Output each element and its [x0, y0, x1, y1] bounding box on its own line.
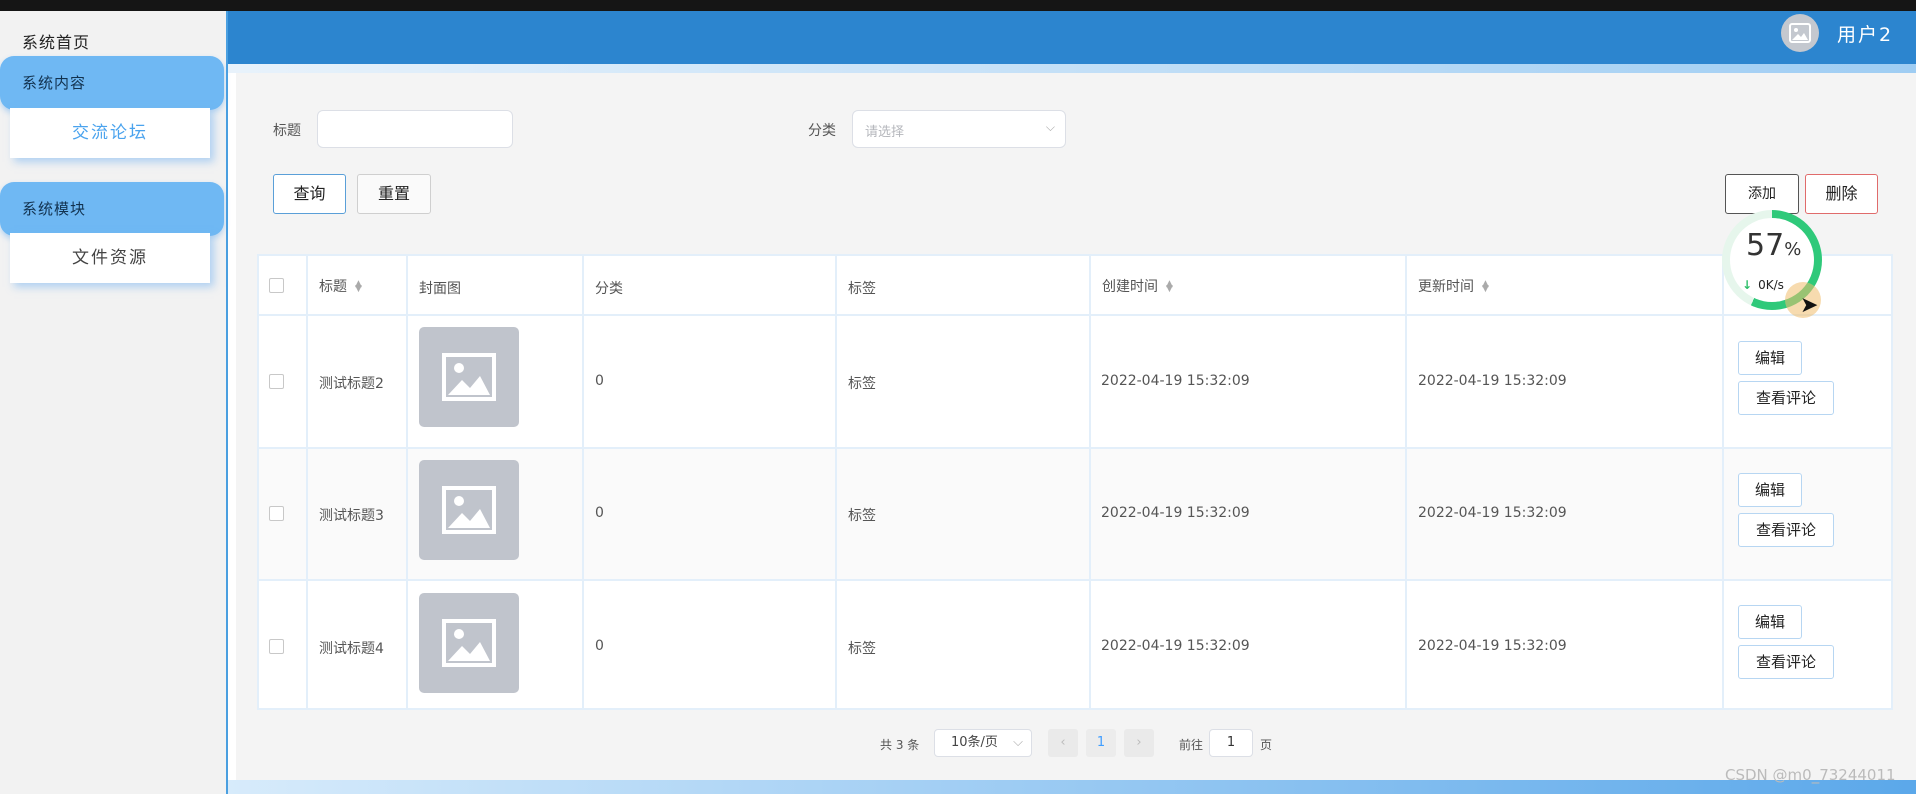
- row-tag: 标签: [848, 376, 876, 392]
- row-category: 0: [595, 373, 604, 389]
- table-border: [257, 447, 1893, 449]
- sort-icon[interactable]: ▲ ▼: [1166, 280, 1173, 294]
- top-header: [228, 11, 1916, 64]
- sidebar-item-home[interactable]: 系统首页: [22, 29, 90, 53]
- page-suffix: 页: [1260, 738, 1273, 752]
- edit-button[interactable]: 编辑: [1738, 473, 1802, 507]
- column-header-created-label: 创建时间: [1102, 279, 1158, 295]
- column-header-created[interactable]: 创建时间 ▲ ▼: [1102, 276, 1173, 296]
- reset-button[interactable]: 重置: [357, 174, 431, 214]
- row-created: 2022-04-19 15:32:09: [1101, 373, 1250, 389]
- avatar[interactable]: [1781, 14, 1819, 52]
- column-header-title-label: 标题: [319, 279, 347, 295]
- speed-rate: ↓ 0K/s: [1742, 278, 1784, 292]
- row-category: 0: [595, 505, 604, 521]
- row-category: 0: [595, 638, 604, 654]
- sidebar: 系统首页 系统内容 交流论坛 系统模块 文件资源: [0, 11, 228, 794]
- image-icon: [442, 353, 496, 401]
- column-header-cover: 封面图: [419, 281, 461, 297]
- username[interactable]: 用户2: [1837, 20, 1893, 47]
- row-checkbox[interactable]: [269, 639, 284, 654]
- sidebar-item-files[interactable]: 文件资源: [10, 233, 210, 283]
- header-band: [228, 64, 1916, 73]
- row-created: 2022-04-19 15:32:09: [1101, 505, 1250, 521]
- column-header-category: 分类: [595, 281, 623, 297]
- delete-button[interactable]: 删除: [1805, 174, 1878, 214]
- table-border: [1405, 254, 1407, 710]
- row-checkbox[interactable]: [269, 506, 284, 521]
- speed-percent-value: 57: [1746, 228, 1785, 263]
- table-border: [257, 314, 1893, 316]
- column-header-tag: 标签: [848, 281, 876, 297]
- goto-label: 前往: [1179, 738, 1204, 752]
- table-border: [1089, 254, 1091, 710]
- page-number-1[interactable]: 1: [1086, 729, 1116, 757]
- speed-percent: 57%: [1746, 228, 1801, 263]
- chevron-down-icon: ⌵: [1045, 120, 1055, 134]
- page-size-select[interactable]: 10条/页 ⌵: [934, 729, 1032, 757]
- row-checkbox[interactable]: [269, 374, 284, 389]
- chevron-down-icon: ⌵: [1013, 735, 1023, 750]
- table-border: [582, 254, 584, 710]
- bottom-band: [228, 780, 1916, 794]
- cover-thumbnail: [419, 460, 519, 560]
- title-filter-input[interactable]: [317, 110, 513, 148]
- row-tag: 标签: [848, 641, 876, 657]
- view-comments-button[interactable]: 查看评论: [1738, 513, 1834, 547]
- category-select-placeholder: 请选择: [865, 125, 905, 140]
- row-tag: 标签: [848, 508, 876, 524]
- row-title: 测试标题4: [319, 641, 384, 657]
- table-border: [1722, 254, 1724, 710]
- speed-percent-sign: %: [1784, 239, 1802, 260]
- speed-rate-value: 0K/s: [1758, 278, 1784, 292]
- category-select[interactable]: 请选择 ⌵: [852, 110, 1066, 148]
- column-header-updated[interactable]: 更新时间 ▲ ▼: [1418, 276, 1489, 296]
- cover-thumbnail: [419, 593, 519, 693]
- table-border: [835, 254, 837, 710]
- edit-button[interactable]: 编辑: [1738, 605, 1802, 639]
- view-comments-button[interactable]: 查看评论: [1738, 381, 1834, 415]
- image-icon: [442, 619, 496, 667]
- window-top-strip: [0, 0, 1916, 16]
- table-border: [257, 254, 259, 710]
- cover-thumbnail: [419, 327, 519, 427]
- table-border: [1891, 254, 1893, 710]
- image-icon: [1789, 23, 1811, 43]
- table-border: [257, 708, 1893, 710]
- row-created: 2022-04-19 15:32:09: [1101, 638, 1250, 654]
- row-updated: 2022-04-19 15:32:09: [1418, 373, 1567, 389]
- add-button[interactable]: 添加: [1725, 174, 1799, 214]
- goto-page-input[interactable]: 1: [1209, 729, 1253, 757]
- image-icon: [442, 486, 496, 534]
- title-filter-label: 标题: [273, 123, 301, 139]
- table-border: [406, 254, 408, 710]
- sidebar-group-content[interactable]: 系统内容: [0, 56, 224, 110]
- row-updated: 2022-04-19 15:32:09: [1418, 505, 1567, 521]
- pagination-total: 共 3 条: [880, 738, 920, 752]
- page-size-value: 10条/页: [951, 735, 998, 750]
- query-button[interactable]: 查询: [273, 174, 346, 214]
- mouse-pointer-icon: ➤: [1800, 293, 1819, 318]
- next-page-button[interactable]: ›: [1124, 729, 1154, 757]
- sort-icon[interactable]: ▲ ▼: [355, 280, 362, 294]
- prev-page-button[interactable]: ‹: [1048, 729, 1078, 757]
- view-comments-button[interactable]: 查看评论: [1738, 645, 1834, 679]
- column-header-title[interactable]: 标题 ▲ ▼: [319, 276, 362, 296]
- column-header-updated-label: 更新时间: [1418, 279, 1474, 295]
- category-filter-label: 分类: [808, 123, 836, 139]
- select-all-checkbox[interactable]: [269, 278, 284, 293]
- edit-button[interactable]: 编辑: [1738, 341, 1802, 375]
- row-title: 测试标题3: [319, 508, 384, 524]
- arrow-down-icon: ↓: [1742, 278, 1753, 292]
- table-border: [257, 579, 1893, 581]
- sidebar-group-modules[interactable]: 系统模块: [0, 182, 224, 236]
- watermark: CSDN @m0_73244011: [1725, 766, 1896, 784]
- table-border: [306, 254, 308, 710]
- row-title: 测试标题2: [319, 376, 384, 392]
- data-table: 标题 ▲ ▼ 封面图 分类 标签 创建时间 ▲ ▼ 更新时间 ▲ ▼ 测试标题2 0 标签 …: [257, 254, 1893, 710]
- sidebar-item-forum[interactable]: 交流论坛: [10, 108, 210, 158]
- row-updated: 2022-04-19 15:32:09: [1418, 638, 1567, 654]
- sort-icon[interactable]: ▲ ▼: [1482, 280, 1489, 294]
- table-border: [257, 254, 1893, 256]
